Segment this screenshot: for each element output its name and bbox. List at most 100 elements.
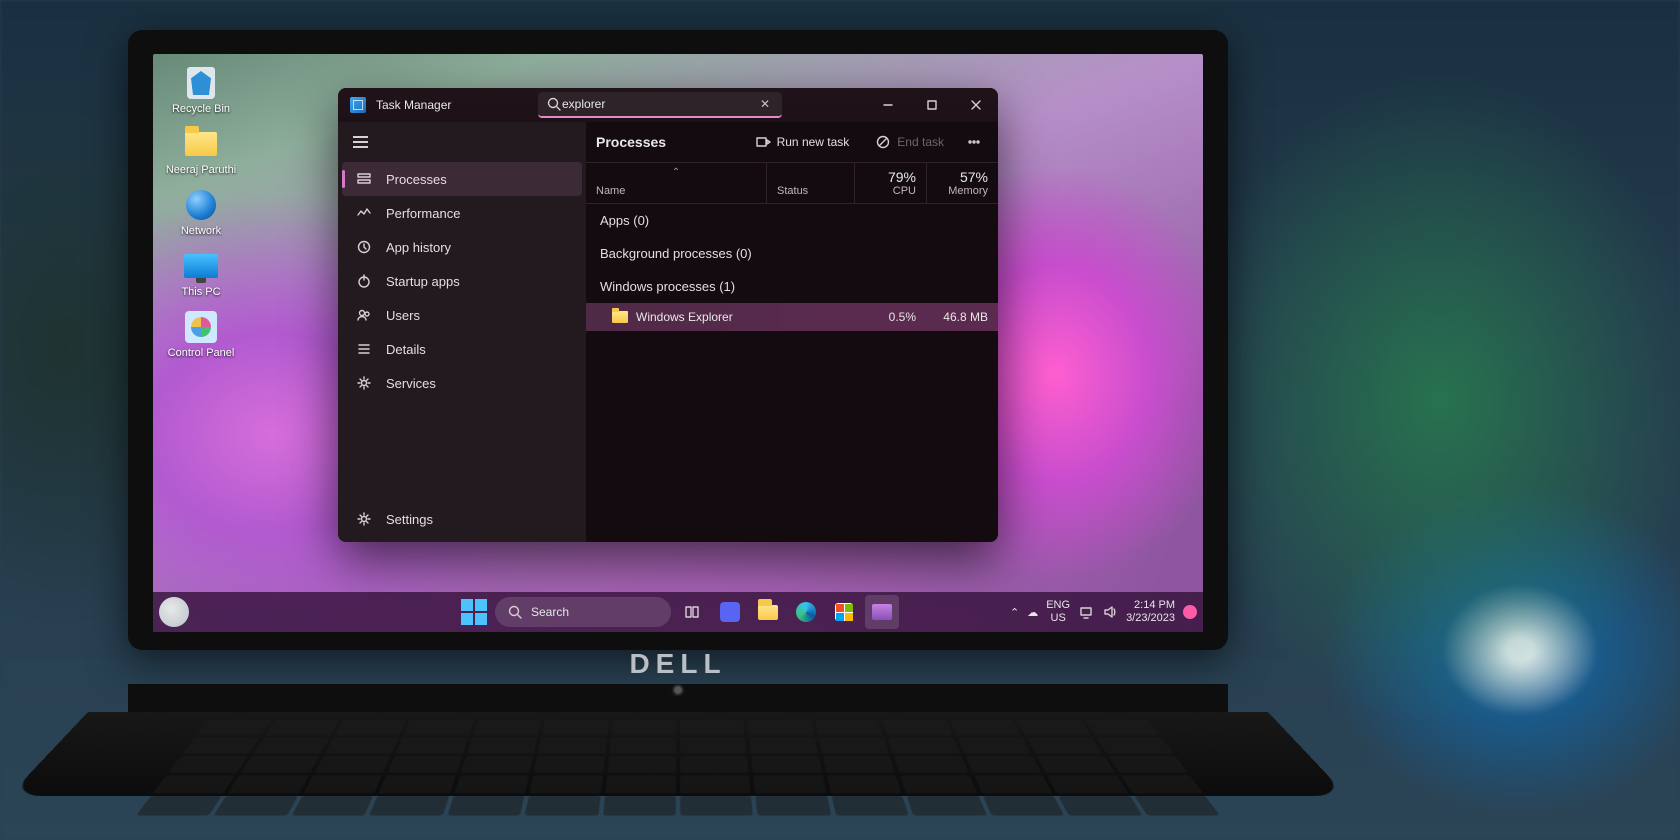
pinned-explorer[interactable]	[751, 595, 785, 629]
details-icon	[356, 341, 372, 357]
nav-processes[interactable]: Processes	[342, 162, 582, 196]
group-apps[interactable]: Apps (0)	[586, 204, 998, 237]
titlebar[interactable]: Task Manager ✕	[338, 88, 998, 122]
nav-performance[interactable]: Performance	[342, 196, 582, 230]
col-label: CPU	[893, 185, 916, 197]
col-cpu[interactable]: 79% CPU	[854, 163, 926, 203]
folder-icon	[758, 605, 778, 620]
notification-badge[interactable]	[1183, 605, 1197, 619]
hamburger-button[interactable]	[340, 126, 380, 158]
nav-label: Details	[386, 342, 426, 357]
task-manager-window[interactable]: Task Manager ✕ Processes	[338, 88, 998, 542]
pinned-chat[interactable]	[713, 595, 747, 629]
clear-search-icon[interactable]: ✕	[756, 95, 774, 113]
desktop-icon-recycle-bin[interactable]: Recycle Bin	[157, 62, 245, 123]
recycle-bin-icon	[187, 67, 215, 99]
mem-pct: 57%	[960, 169, 988, 185]
task-manager-icon	[350, 97, 366, 113]
start-button[interactable]	[457, 595, 491, 629]
search-icon	[507, 604, 523, 620]
onedrive-icon[interactable]: ☁	[1027, 606, 1038, 619]
page-title: Processes	[596, 134, 739, 150]
nav-label: App history	[386, 240, 451, 255]
run-new-task-button[interactable]: Run new task	[745, 128, 860, 156]
services-icon	[356, 375, 372, 391]
laptop-brand-label: DELL	[128, 648, 1228, 680]
desktop-icons: Recycle Bin Neeraj Paruthi Network This …	[157, 62, 245, 367]
app-icon	[872, 604, 892, 620]
col-status[interactable]: Status	[766, 163, 854, 203]
task-view-button[interactable]	[675, 595, 709, 629]
end-task-button[interactable]: End task	[865, 128, 954, 156]
group-windows[interactable]: Windows processes (1)	[586, 270, 998, 303]
process-name: Windows Explorer	[636, 310, 733, 324]
performance-icon	[356, 205, 372, 221]
edge-icon	[796, 602, 816, 622]
col-name[interactable]: ⌃ Name	[586, 163, 766, 203]
desktop-icon-this-pc[interactable]: This PC	[157, 245, 245, 306]
window-title: Task Manager	[376, 98, 451, 112]
nav-label: Startup apps	[386, 274, 460, 289]
tray-chevron-icon[interactable]: ⌃	[1010, 606, 1019, 619]
desktop-icon-label: Neeraj Paruthi	[166, 164, 236, 176]
taskbar[interactable]: Search ⌃ ☁ ENG US 2:14 PM	[153, 592, 1203, 632]
nav-services[interactable]: Services	[342, 366, 582, 400]
taskbar-search[interactable]: Search	[495, 597, 671, 627]
processes-icon	[356, 171, 372, 187]
users-icon	[356, 307, 372, 323]
widgets-button[interactable]	[159, 597, 189, 627]
history-icon	[356, 239, 372, 255]
desktop-icon-label: Recycle Bin	[172, 103, 230, 115]
pinned-edge[interactable]	[789, 595, 823, 629]
nav-label: Processes	[386, 172, 447, 187]
search-box[interactable]: ✕	[538, 92, 782, 118]
search-input[interactable]	[562, 97, 756, 111]
nav-app-history[interactable]: App history	[342, 230, 582, 264]
nav-details[interactable]: Details	[342, 332, 582, 366]
laptop: Recycle Bin Neeraj Paruthi Network This …	[128, 0, 1228, 760]
group-background[interactable]: Background processes (0)	[586, 237, 998, 270]
monitor-icon	[184, 254, 218, 278]
desktop-icon-control-panel[interactable]: Control Panel	[157, 306, 245, 367]
more-options-button[interactable]	[960, 128, 988, 156]
volume-icon[interactable]	[1102, 604, 1118, 620]
control-panel-icon	[185, 311, 217, 343]
col-label: Memory	[948, 185, 988, 197]
startup-icon	[356, 273, 372, 289]
maximize-button[interactable]	[910, 88, 954, 122]
folder-icon	[612, 311, 628, 323]
main-panel: Processes Run new task End task	[586, 122, 998, 542]
col-label: Status	[777, 185, 808, 197]
process-row-windows-explorer[interactable]: Windows Explorer 0.5% 46.8 MB	[586, 303, 998, 331]
nav-label: Settings	[386, 512, 433, 527]
nav-label: Users	[386, 308, 420, 323]
minimize-button[interactable]	[866, 88, 910, 122]
desktop-icon-user-folder[interactable]: Neeraj Paruthi	[157, 123, 245, 184]
col-memory[interactable]: 57% Memory	[926, 163, 998, 203]
nav-settings[interactable]: Settings	[342, 502, 582, 536]
desktop-icon-network[interactable]: Network	[157, 184, 245, 245]
nav-label: Services	[386, 376, 436, 391]
folder-icon	[185, 132, 217, 156]
more-icon	[966, 134, 982, 150]
chat-icon	[720, 602, 740, 622]
process-memory: 46.8 MB	[926, 310, 998, 324]
chip-label: Run new task	[777, 135, 850, 149]
search-icon	[546, 96, 562, 112]
nav-startup-apps[interactable]: Startup apps	[342, 264, 582, 298]
close-button[interactable]	[954, 88, 998, 122]
windows-logo-icon	[461, 599, 487, 625]
pinned-store[interactable]	[827, 595, 861, 629]
network-icon[interactable]	[1078, 604, 1094, 620]
nav-users[interactable]: Users	[342, 298, 582, 332]
clock[interactable]: 2:14 PM 3/23/2023	[1126, 599, 1175, 625]
globe-icon	[186, 190, 216, 220]
language-indicator[interactable]: ENG US	[1046, 599, 1070, 625]
run-task-icon	[755, 134, 771, 150]
table-header: ⌃ Name Status 79% CPU 57% Memory	[586, 162, 998, 204]
pinned-current-app[interactable]	[865, 595, 899, 629]
nav-label: Performance	[386, 206, 460, 221]
desktop-icon-label: This PC	[181, 286, 220, 298]
sort-chevron-icon: ⌃	[672, 167, 680, 178]
laptop-hinge	[128, 684, 1228, 712]
